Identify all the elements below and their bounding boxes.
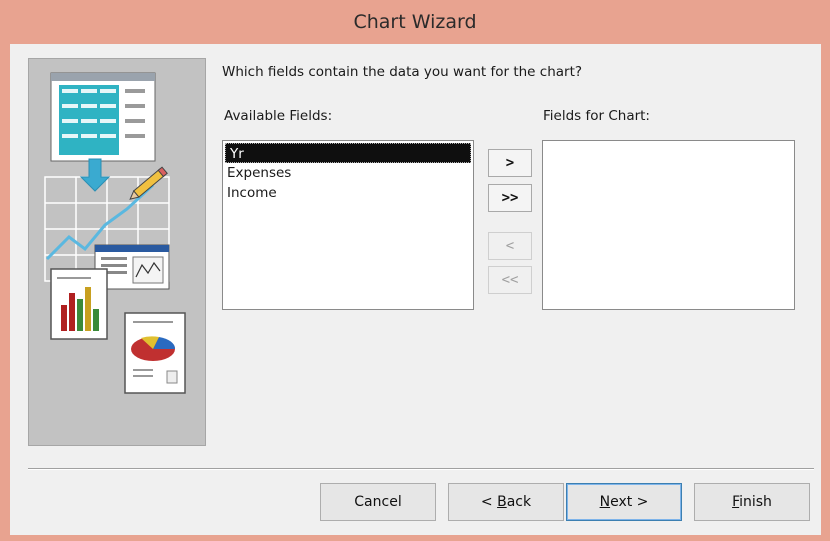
title-bar[interactable]: Chart Wizard [0,0,830,44]
next-button[interactable]: Next > [566,483,682,521]
list-item[interactable]: Income [223,183,473,203]
remove-field-button[interactable]: < [488,232,532,260]
back-button-label: < Back [480,494,532,510]
available-fields-label: Available Fields: [224,108,333,124]
instruction-text: Which fields contain the data you want f… [222,64,583,80]
cancel-button[interactable]: Cancel [320,483,436,521]
finish-button[interactable]: Finish [694,483,810,521]
add-all-fields-button[interactable]: >> [488,184,532,212]
list-item[interactable]: Expenses [223,163,473,183]
footer-separator [28,468,814,470]
chart-wizard-illustration-image [44,72,186,394]
available-fields-list[interactable]: Yr Expenses Income [222,140,474,310]
finish-button-label: Finish [732,494,772,510]
add-field-button[interactable]: > [488,149,532,177]
chart-wizard-window: Chart Wizard Which fields contain the da… [0,0,830,541]
fields-for-chart-list[interactable] [542,140,795,310]
window-title: Chart Wizard [353,11,477,33]
fields-for-chart-label: Fields for Chart: [543,108,650,124]
next-button-label: Next > [599,494,649,510]
cancel-button-label: Cancel [354,494,402,510]
list-item[interactable]: Yr [225,143,471,163]
back-button[interactable]: < Back [448,483,564,521]
dialog-client-area: Which fields contain the data you want f… [10,44,821,535]
remove-all-fields-button[interactable]: << [488,266,532,294]
wizard-illustration [28,58,206,446]
